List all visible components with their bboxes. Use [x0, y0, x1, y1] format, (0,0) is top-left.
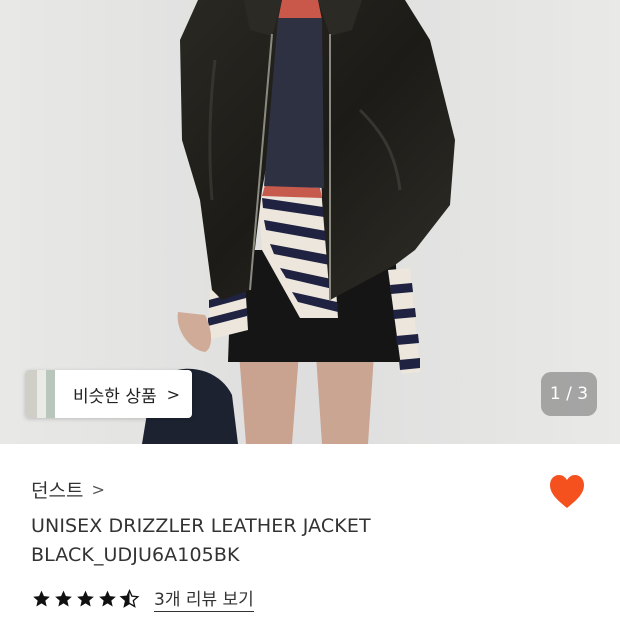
chevron-right-icon: >: [166, 384, 181, 404]
product-title-line-1: UNISEX DRIZZLER LEATHER JACKET: [31, 515, 371, 537]
star-full-icon: [55, 590, 72, 606]
similar-thumbnail: [25, 370, 55, 418]
star-full-icon: [77, 590, 94, 606]
product-title: UNISEX DRIZZLER LEATHER JACKET BLACK_UDJ…: [31, 512, 511, 570]
image-counter: 1 / 3: [541, 372, 597, 416]
product-title-line-2: BLACK_UDJU6A105BK: [31, 544, 240, 566]
chevron-right-icon: >: [91, 480, 105, 499]
brand-link[interactable]: 던스트 >: [31, 476, 105, 503]
similar-products-label: 비슷한 상품: [73, 386, 157, 407]
star-full-icon: [99, 590, 116, 606]
star-full-icon: [33, 590, 50, 606]
rating-row: 3개 리뷰 보기: [31, 585, 254, 612]
star-half-icon: [119, 588, 140, 608]
star-rating: [31, 588, 140, 609]
review-link[interactable]: 3개 리뷰 보기: [154, 585, 254, 612]
brand-name: 던스트: [31, 480, 84, 502]
like-heart-icon[interactable]: [548, 472, 586, 512]
product-image[interactable]: 비슷한 상품 > 1 / 3: [0, 0, 620, 444]
similar-products-button[interactable]: 비슷한 상품 >: [25, 370, 193, 418]
